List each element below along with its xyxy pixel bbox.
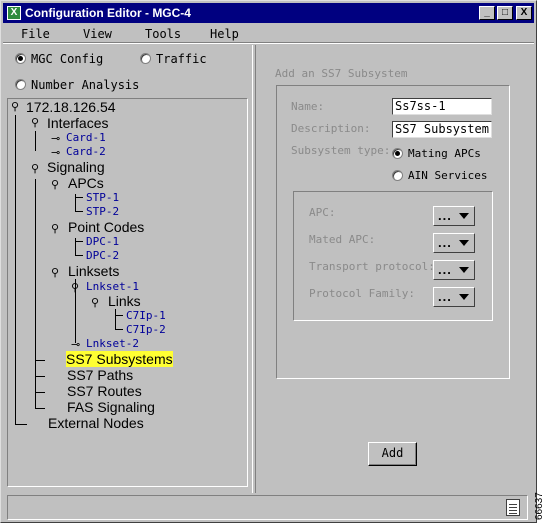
radio-ain-services-indicator[interactable] [392,170,403,181]
subsystem-type-label: Subsystem type: [291,144,391,157]
minimize-button[interactable]: _ [479,6,495,20]
name-field[interactable]: Ss7ss-1 [392,98,492,115]
radio-number-analysis-indicator[interactable] [15,79,26,90]
menu-tools[interactable]: Tools [145,26,181,42]
tree-node-signaling[interactable]: Signaling [47,159,105,175]
tree-line-paths [35,376,45,377]
transport-protocol-dropdown-arrow-icon[interactable] [459,267,469,273]
protocol-family-dropdown-arrow-icon[interactable] [459,294,469,300]
transport-protocol-label: Transport protocol: [309,260,435,273]
tree-expand-signaling-icon[interactable]: ⚲ [31,163,39,174]
tree-node-interfaces[interactable]: Interfaces [47,115,108,131]
menu-file[interactable]: File [21,26,50,42]
tree-line-stp2 [75,211,83,212]
config-tree[interactable]: ⚲ 172.18.126.54 ⚲ Interfaces ⊸ Card-1 ⊸ … [7,98,248,487]
radio-ain-services-label: AIN Services [408,169,488,182]
tree-expand-interfaces-icon[interactable]: ⚲ [31,117,39,128]
form-heading: Add an SS7 Subsystem [275,67,408,80]
tree-line-c7lp1 [115,315,123,316]
apc-select-value: ... [438,208,452,223]
tree-line-dpc2 [75,255,83,256]
tree-node-ss7-paths[interactable]: SS7 Paths [67,367,133,383]
transport-protocol-select-value: ... [438,262,452,277]
mated-apc-label: Mated APC: [309,233,376,246]
title-bar[interactable]: X Configuration Editor - MGC-4 _ □ X [3,3,534,23]
tree-expand-root-icon[interactable]: ⚲ [11,101,19,112]
radio-traffic-label: Traffic [156,52,207,66]
tree-line-routes [35,392,45,393]
tree-node-root[interactable]: 172.18.126.54 [26,99,116,115]
tree-node-fas-signaling[interactable]: FAS Signaling [67,399,155,415]
menu-bar: File View Tools Help [3,25,534,43]
tree-expand-linksets-icon[interactable]: ⚲ [51,267,59,278]
mated-apc-dropdown-arrow-icon[interactable] [459,240,469,246]
transport-protocol-select[interactable]: ... [433,260,475,280]
mated-apc-select-value: ... [438,235,452,250]
description-field[interactable]: SS7 Subsystem [392,121,492,138]
figure-id: 66637 [534,492,545,520]
apc-select[interactable]: ... [433,206,475,226]
tree-node-external-nodes[interactable]: External Nodes [48,415,144,431]
tree-line-root [15,115,16,425]
radio-traffic-indicator[interactable] [140,53,151,64]
tree-node-card-2[interactable]: Card-2 [66,144,106,160]
tree-expand-lnkset1-icon[interactable]: ⚲ [71,282,79,293]
tree-expand-card1-icon[interactable]: ⊸ [51,133,60,144]
protocol-family-select-value: ... [438,289,452,304]
radio-mating-apcs-label: Mating APCs [408,147,481,160]
radio-number-analysis-label: Number Analysis [31,78,140,92]
mated-apc-select[interactable]: ... [433,233,475,253]
apc-dropdown-arrow-icon[interactable] [459,213,469,219]
maximize-button[interactable]: □ [497,6,513,20]
add-button[interactable]: Add [368,442,417,466]
tree-line-signaling [35,179,36,409]
tree-line-c7lp2 [115,329,123,330]
menu-separator [3,42,534,44]
tree-line-stp1 [75,197,83,198]
tree-node-point-codes[interactable]: Point Codes [68,219,144,235]
tree-expand-point-codes-icon[interactable]: ⚲ [51,223,59,234]
name-label: Name: [291,100,325,113]
protocol-family-label: Protocol Family: [309,287,415,300]
apc-label: APC: [309,206,336,219]
radio-mgc-config-indicator[interactable] [15,53,26,64]
tree-line-interfaces [35,131,36,151]
tree-node-ss7-subsystems[interactable]: SS7 Subsystems [66,351,173,367]
configuration-editor-window: X Configuration Editor - MGC-4 _ □ X Fil… [0,0,537,523]
tree-expand-links-icon[interactable]: ⚲ [91,297,99,308]
radio-mgc-config-label: MGC Config [31,52,104,66]
app-icon[interactable]: X [7,6,21,20]
description-label: Description: [291,122,371,135]
menu-view[interactable]: View [83,26,112,42]
close-button[interactable]: X [516,6,532,20]
pane-splitter[interactable] [252,45,256,493]
tree-expand-card2-icon[interactable]: ⊸ [51,147,60,158]
tree-expand-lnkset2-icon[interactable]: ⊸ [71,339,80,350]
protocol-family-select[interactable]: ... [433,287,475,307]
tree-node-apcs[interactable]: APCs [68,175,104,191]
tree-expand-apcs-icon[interactable]: ⚲ [51,179,59,190]
radio-mating-apcs-indicator[interactable] [392,148,403,159]
menu-help[interactable]: Help [210,26,239,42]
tree-node-dpc-2[interactable]: DPC-2 [86,248,119,264]
tree-line-fas [35,408,45,409]
tree-line-links [115,309,116,329]
status-bar [7,495,528,520]
tree-node-lnkset-2[interactable]: Lnkset-2 [86,336,139,352]
tree-node-linksets[interactable]: Linksets [68,263,119,279]
tree-line-external [15,424,27,425]
tree-node-stp-2[interactable]: STP-2 [86,204,119,220]
tree-node-ss7-routes[interactable]: SS7 Routes [67,383,142,399]
document-icon[interactable] [506,499,520,516]
window-title: Configuration Editor - MGC-4 [25,6,191,20]
tree-line-dpc1 [75,241,83,242]
tree-node-links[interactable]: Links [108,293,141,309]
tree-line-ss7sub [35,360,45,361]
